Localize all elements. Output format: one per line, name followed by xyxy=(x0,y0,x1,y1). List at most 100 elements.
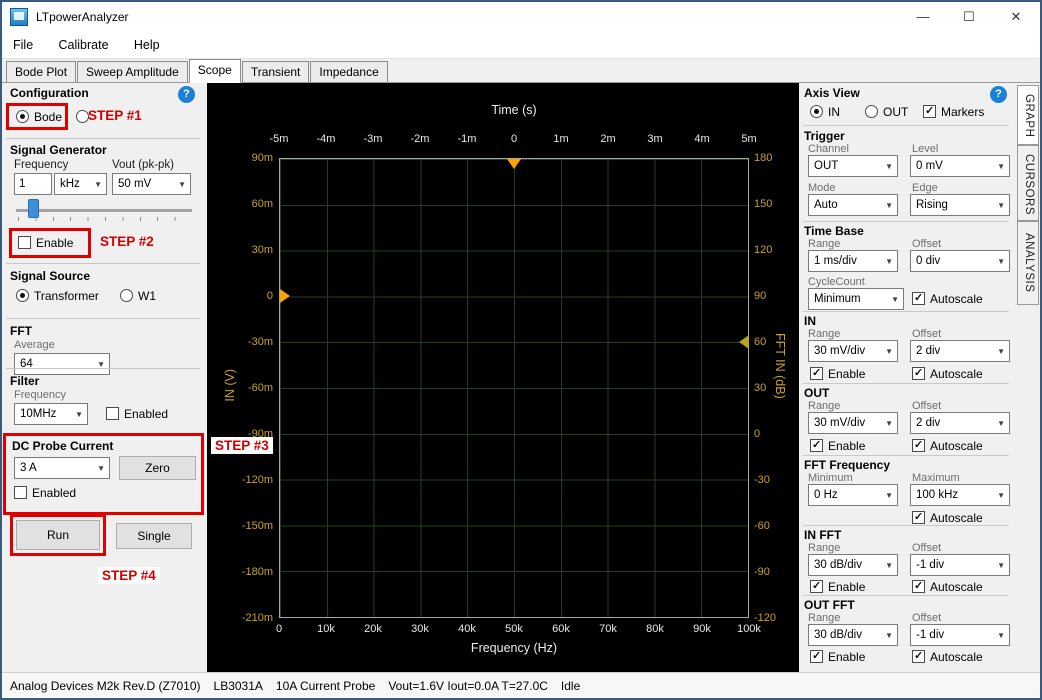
window-title: LTpowerAnalyzer xyxy=(36,10,128,24)
zero-button[interactable]: Zero xyxy=(119,456,196,480)
filter-title: Filter xyxy=(10,374,39,388)
tab-sweep-amplitude[interactable]: Sweep Amplitude xyxy=(77,61,188,82)
in-axis-tick: 60m xyxy=(207,198,273,210)
frequency-tick: 0 xyxy=(276,623,282,635)
out-range-select[interactable]: 30 mV/div▼ xyxy=(808,412,898,434)
frequency-unit-select[interactable]: kHz▼ xyxy=(54,173,107,195)
fft-average-select[interactable]: 64▼ xyxy=(14,353,110,375)
in-fft-range-select[interactable]: 30 dB/div▼ xyxy=(808,554,898,576)
checkbox-box xyxy=(912,580,925,593)
time-tick: 4m xyxy=(694,133,709,145)
in-fft-offset-label: Offset xyxy=(912,542,941,554)
fft-title: FFT xyxy=(10,324,32,338)
minimize-button[interactable]: — xyxy=(900,2,946,32)
in-autoscale-checkbox[interactable]: Autoscale xyxy=(912,367,983,381)
fft-level-marker[interactable] xyxy=(739,335,749,349)
in-offset-label: Offset xyxy=(912,328,941,340)
in-offset-select[interactable]: 2 div▼ xyxy=(910,340,1010,362)
frequency-tick: 70k xyxy=(599,623,617,635)
tab-transient[interactable]: Transient xyxy=(242,61,310,82)
combo-value: 0 Hz xyxy=(814,489,838,501)
tab-scope[interactable]: Scope xyxy=(189,59,241,83)
fft-maximum-select[interactable]: 100 kHz▼ xyxy=(910,484,1010,506)
menu-calibrate[interactable]: Calibrate xyxy=(48,32,120,59)
fft-frequency-autoscale-checkbox[interactable]: Autoscale xyxy=(912,511,983,525)
configuration-help-icon[interactable]: ? xyxy=(178,86,195,103)
time-base-autoscale-checkbox[interactable]: Autoscale xyxy=(912,292,983,306)
trigger-mode-select[interactable]: Auto▼ xyxy=(808,194,898,216)
checkbox-box xyxy=(912,650,925,663)
in-fft-autoscale-checkbox[interactable]: Autoscale xyxy=(912,580,983,594)
radio-dot xyxy=(810,105,823,118)
chevron-down-icon: ▼ xyxy=(891,295,899,304)
out-fft-autoscale-checkbox[interactable]: Autoscale xyxy=(912,650,983,664)
filter-frequency-select[interactable]: 10MHz▼ xyxy=(14,403,88,425)
dc-probe-current-select[interactable]: 3 A▼ xyxy=(14,457,110,479)
frequency-tick: 30k xyxy=(411,623,429,635)
tab-bode-plot[interactable]: Bode Plot xyxy=(6,61,76,82)
amplitude-slider-thumb[interactable] xyxy=(28,199,39,218)
in-fft-enable-checkbox[interactable]: Enable xyxy=(810,580,865,594)
out-fft-range-select[interactable]: 30 dB/div▼ xyxy=(808,624,898,646)
out-autoscale-checkbox[interactable]: Autoscale xyxy=(912,439,983,453)
combo-value: 0 div xyxy=(916,255,940,267)
close-button[interactable]: ✕ xyxy=(992,2,1040,32)
chevron-down-icon: ▼ xyxy=(997,162,1005,171)
level-label: Level xyxy=(912,143,938,155)
axis-view-in-radio[interactable]: IN xyxy=(810,105,840,119)
amplitude-slider-track[interactable] xyxy=(16,209,192,212)
status-probe: 10A Current Probe xyxy=(276,679,375,693)
menu-help[interactable]: Help xyxy=(123,32,171,59)
frequency-input[interactable] xyxy=(14,173,52,195)
axis-view-out-radio[interactable]: OUT xyxy=(865,105,908,119)
w1-radio[interactable]: W1 xyxy=(120,289,156,303)
menu-file[interactable]: File xyxy=(2,32,44,59)
time-cursor-marker[interactable] xyxy=(507,159,521,169)
signal-generator-enable-checkbox[interactable]: Enable xyxy=(18,236,73,250)
transformer-radio[interactable]: Transformer xyxy=(16,289,99,303)
section-divider xyxy=(803,595,1009,596)
bode-radio-label: Bode xyxy=(34,110,62,124)
side-tab-graph[interactable]: GRAPH xyxy=(1017,85,1039,145)
in-axis-tick: -210m xyxy=(207,612,273,624)
chevron-down-icon: ▼ xyxy=(885,561,893,570)
side-tab-analysis[interactable]: ANALYSIS xyxy=(1017,221,1039,305)
time-base-offset-select[interactable]: 0 div▼ xyxy=(910,250,1010,272)
in-section-title: IN xyxy=(804,314,816,328)
in-level-marker[interactable] xyxy=(280,289,290,303)
run-button[interactable]: Run xyxy=(16,520,100,550)
bode-radio[interactable]: Bode xyxy=(16,110,62,124)
trigger-channel-select[interactable]: OUT▼ xyxy=(808,155,898,177)
amplitude-slider-ticks xyxy=(18,217,192,221)
dc-probe-enabled-checkbox[interactable]: Enabled xyxy=(14,486,76,500)
cyclecount-select[interactable]: Minimum▼ xyxy=(808,288,904,310)
fft-minimum-select[interactable]: 0 Hz▼ xyxy=(808,484,898,506)
app-window: LTpowerAnalyzer — ☐ ✕ File Calibrate Hel… xyxy=(0,0,1042,700)
frequency-tick: 50k xyxy=(505,623,523,635)
vout-select[interactable]: 50 mV▼ xyxy=(112,173,191,195)
side-tab-cursors[interactable]: CURSORS xyxy=(1017,145,1039,221)
in-axis-title: IN (V) xyxy=(223,369,237,402)
time-base-range-select[interactable]: 1 ms/div▼ xyxy=(808,250,898,272)
out-radio-label: OUT xyxy=(883,105,908,119)
maximize-button[interactable]: ☐ xyxy=(946,2,992,32)
out-offset-select[interactable]: 2 div▼ xyxy=(910,412,1010,434)
out-fft-enable-checkbox[interactable]: Enable xyxy=(810,650,865,664)
out-enable-checkbox[interactable]: Enable xyxy=(810,439,865,453)
transformer-radio-label: Transformer xyxy=(34,289,99,303)
single-button[interactable]: Single xyxy=(116,523,192,549)
combo-value: 30 mV/div xyxy=(814,345,865,357)
axis-view-help-icon[interactable]: ? xyxy=(990,86,1007,103)
frequency-tick: 40k xyxy=(458,623,476,635)
mode-label: Mode xyxy=(808,182,836,194)
filter-enabled-checkbox[interactable]: Enabled xyxy=(106,407,168,421)
in-enable-checkbox[interactable]: Enable xyxy=(810,367,865,381)
markers-checkbox[interactable]: Markers xyxy=(923,105,984,119)
chevron-down-icon: ▼ xyxy=(885,631,893,640)
in-fft-offset-select[interactable]: -1 div▼ xyxy=(910,554,1010,576)
out-fft-offset-select[interactable]: -1 div▼ xyxy=(910,624,1010,646)
trigger-edge-select[interactable]: Rising▼ xyxy=(910,194,1010,216)
in-range-select[interactable]: 30 mV/div▼ xyxy=(808,340,898,362)
tab-impedance[interactable]: Impedance xyxy=(310,61,387,82)
trigger-level-select[interactable]: 0 mV▼ xyxy=(910,155,1010,177)
